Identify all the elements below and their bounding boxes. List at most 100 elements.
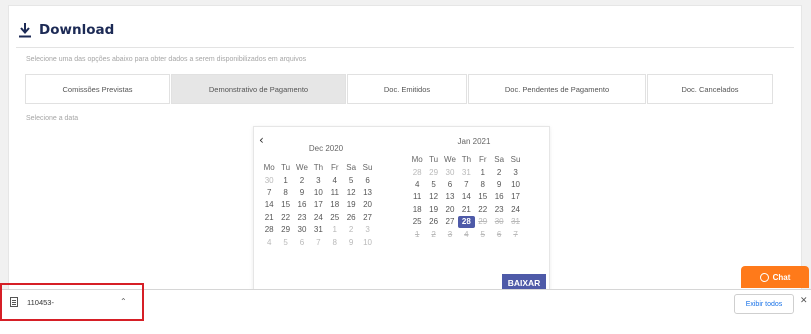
day-cell[interactable]: 11 xyxy=(409,191,425,203)
download-header: Download xyxy=(18,21,114,39)
day-cell[interactable]: 4 xyxy=(261,237,277,249)
day-cell[interactable]: 19 xyxy=(425,204,441,216)
day-cell[interactable]: 28 xyxy=(261,224,277,236)
day-cell[interactable]: 27 xyxy=(359,212,375,224)
day-cell[interactable]: 24 xyxy=(507,204,523,216)
day-cell[interactable]: 8 xyxy=(277,187,293,199)
day-cell[interactable]: 18 xyxy=(327,199,343,211)
tab-doc-pendentes-de-pagamento[interactable]: Doc. Pendentes de Pagamento xyxy=(468,74,646,104)
day-cell[interactable]: 5 xyxy=(425,179,441,191)
day-cell[interactable]: 4 xyxy=(327,175,343,187)
tab-doc-emitidos[interactable]: Doc. Emitidos xyxy=(347,74,467,104)
day-cell[interactable]: 30 xyxy=(261,175,277,187)
download-icon xyxy=(18,22,32,38)
day-cell[interactable]: 8 xyxy=(475,179,491,191)
weekday-label: Sa xyxy=(494,155,505,165)
day-cell[interactable]: 13 xyxy=(442,191,458,203)
day-cell[interactable]: 9 xyxy=(343,237,359,249)
day-cell[interactable]: 31 xyxy=(458,167,474,179)
day-cell[interactable]: 15 xyxy=(475,191,491,203)
day-cell[interactable]: 11 xyxy=(327,187,343,199)
day-cell[interactable]: 6 xyxy=(442,179,458,191)
day-cell[interactable]: 7 xyxy=(458,179,474,191)
day-cell[interactable]: 25 xyxy=(409,216,425,228)
day-cell[interactable]: 24 xyxy=(310,212,326,224)
day-cell[interactable]: 18 xyxy=(409,204,425,216)
day-cell[interactable]: 6 xyxy=(359,175,375,187)
day-cell[interactable]: 2 xyxy=(491,167,507,179)
weekday-label: Tu xyxy=(281,163,291,173)
weekday-label: Th xyxy=(461,155,472,165)
day-cell[interactable]: 20 xyxy=(359,199,375,211)
month-title: Dec 2020 xyxy=(308,144,344,153)
day-cell[interactable]: 3 xyxy=(507,167,523,179)
page-title: Download xyxy=(39,22,115,38)
day-cell[interactable]: 21 xyxy=(458,204,474,216)
day-cell[interactable]: 26 xyxy=(425,216,441,228)
day-cell[interactable]: 1 xyxy=(475,167,491,179)
day-cell[interactable]: 22 xyxy=(475,204,491,216)
day-cell[interactable]: 16 xyxy=(491,191,507,203)
week-row: 14 15 16 17 18 19 20 xyxy=(261,199,391,211)
day-cell[interactable]: 12 xyxy=(343,187,359,199)
day-cell[interactable]: 29 xyxy=(425,167,441,179)
download-file-name[interactable]: 110453- xyxy=(27,298,54,307)
weekday-label: Su xyxy=(362,163,373,173)
chat-button[interactable]: Chat xyxy=(741,266,809,288)
day-cell[interactable]: 5 xyxy=(277,237,293,249)
day-cell[interactable]: 6 xyxy=(294,237,310,249)
day-cell[interactable]: 30 xyxy=(294,224,310,236)
day-cell[interactable]: 13 xyxy=(359,187,375,199)
day-cell[interactable]: 9 xyxy=(491,179,507,191)
day-cell[interactable]: 10 xyxy=(310,187,326,199)
day-cell[interactable]: 1 xyxy=(327,224,343,236)
day-cell[interactable]: 7 xyxy=(310,237,326,249)
day-cell[interactable]: 23 xyxy=(491,204,507,216)
day-cell[interactable]: 21 xyxy=(261,212,277,224)
day-cell[interactable]: 16 xyxy=(294,199,310,211)
tab-doc-cancelados[interactable]: Doc. Cancelados xyxy=(647,74,773,104)
day-cell[interactable]: 27 xyxy=(442,216,458,228)
chevron-up-icon[interactable]: ⌃ xyxy=(120,297,127,306)
chat-icon xyxy=(759,272,769,282)
tab-demonstrativo-de-pagamento[interactable]: Demonstrativo de Pagamento xyxy=(171,74,346,104)
day-cell-selected[interactable]: 28 xyxy=(458,216,475,229)
close-icon[interactable]: ✕ xyxy=(800,296,808,306)
day-cell[interactable]: 9 xyxy=(294,187,310,199)
day-cell[interactable]: 2 xyxy=(294,175,310,187)
day-cell[interactable]: 4 xyxy=(409,179,425,191)
tab-comissoes-previstas[interactable]: Comissões Previstas xyxy=(25,74,170,104)
file-icon xyxy=(10,297,18,307)
day-cell[interactable]: 15 xyxy=(277,199,293,211)
day-cell[interactable]: 28 xyxy=(409,167,425,179)
day-cell[interactable]: 29 xyxy=(277,224,293,236)
day-cell: 5 xyxy=(480,229,485,239)
day-cell[interactable]: 10 xyxy=(507,179,523,191)
day-cell[interactable]: 10 xyxy=(359,237,375,249)
day-cell[interactable]: 5 xyxy=(343,175,359,187)
day-cell[interactable]: 22 xyxy=(277,212,293,224)
day-cell[interactable]: 1 xyxy=(277,175,293,187)
day-cell[interactable]: 26 xyxy=(343,212,359,224)
day-cell[interactable]: 12 xyxy=(425,191,441,203)
day-cell[interactable]: 2 xyxy=(343,224,359,236)
day-cell[interactable]: 8 xyxy=(327,237,343,249)
day-cell[interactable]: 23 xyxy=(294,212,310,224)
day-cell[interactable]: 30 xyxy=(442,167,458,179)
day-cell[interactable]: 14 xyxy=(261,199,277,211)
day-cell[interactable]: 7 xyxy=(261,187,277,199)
day-cell[interactable]: 3 xyxy=(310,175,326,187)
day-cell[interactable]: 14 xyxy=(458,191,474,203)
day-cell[interactable]: 19 xyxy=(343,199,359,211)
day-cell[interactable]: 17 xyxy=(507,191,523,203)
day-cell[interactable]: 20 xyxy=(442,204,458,216)
day-cell[interactable]: 17 xyxy=(310,199,326,211)
show-all-button[interactable]: Exibir todos xyxy=(734,294,794,314)
instructions-text: Selecione uma das opções abaixo para obt… xyxy=(26,56,307,63)
day-cell[interactable]: 25 xyxy=(327,212,343,224)
day-cell[interactable]: 3 xyxy=(359,224,375,236)
day-cell[interactable]: 31 xyxy=(310,224,326,236)
day-cell: 29 xyxy=(478,217,488,227)
day-cell: 31 xyxy=(511,217,520,227)
day-cell: 6 xyxy=(496,229,502,239)
